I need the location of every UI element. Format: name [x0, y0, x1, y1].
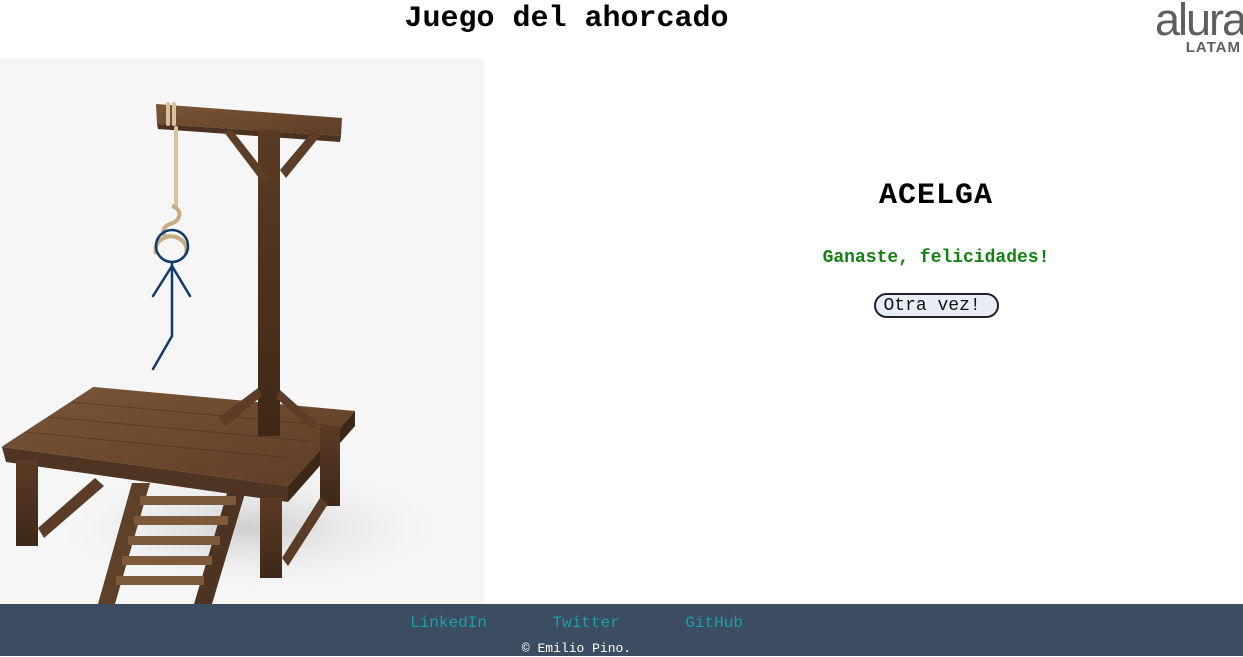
footer-links: LinkedIn Twitter GitHub	[0, 613, 1153, 633]
gallows-illustration-icon	[1, 102, 460, 604]
page-title: Juego del ahorcado	[404, 2, 729, 36]
secret-word: ACELGA	[878, 179, 994, 213]
github-link[interactable]: GitHub	[685, 614, 743, 632]
gallows-panel	[0, 58, 484, 604]
logo-word: alura	[1155, 0, 1243, 45]
twitter-link[interactable]: Twitter	[552, 614, 619, 632]
win-message: Ganaste, felicidades!	[822, 248, 1050, 268]
copyright-text: © Emilio Pino.	[521, 641, 632, 656]
game-panel: ACELGA Ganaste, felicidades! Otra vez!	[630, 170, 1242, 318]
linkedin-link[interactable]: LinkedIn	[410, 614, 487, 632]
footer: LinkedIn Twitter GitHub © Emilio Pino.	[0, 604, 1243, 656]
play-again-button[interactable]: Otra vez!	[873, 293, 999, 318]
alura-latam-logo: alura LATAM	[1155, 0, 1243, 60]
